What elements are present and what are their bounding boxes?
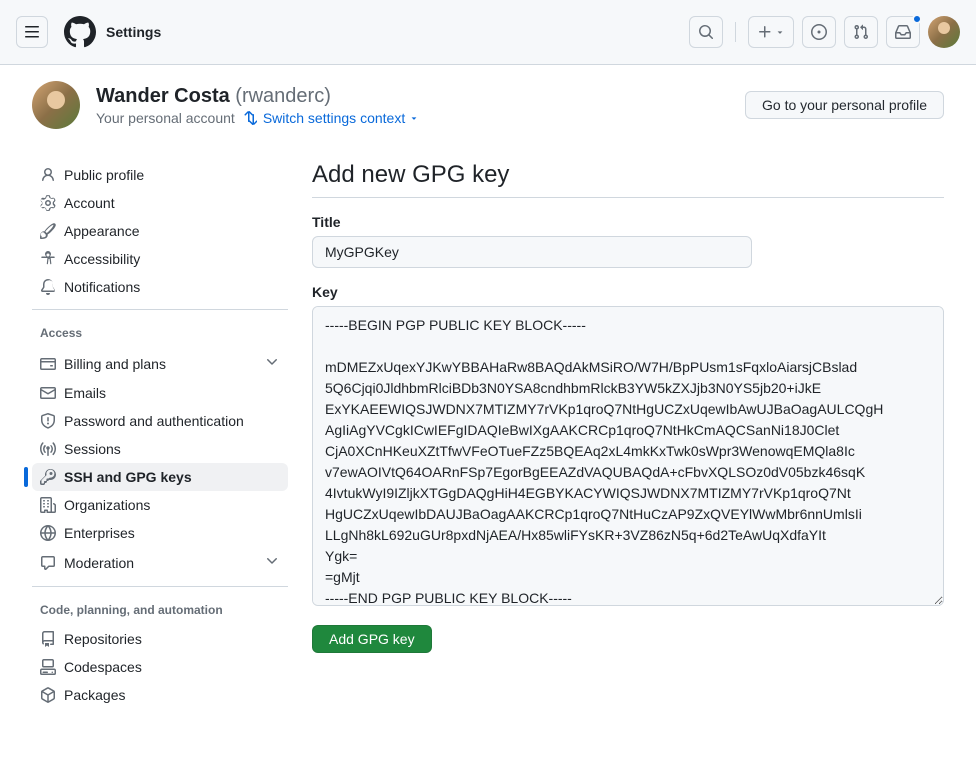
sidebar-item-label: Packages	[64, 687, 125, 703]
sidebar-item-label: Moderation	[64, 555, 134, 571]
org-icon	[40, 497, 56, 513]
section-access-title: Access	[32, 318, 288, 348]
package-icon	[40, 687, 56, 703]
person-icon	[40, 167, 56, 183]
sidebar-item-billing-and-plans[interactable]: Billing and plans	[32, 348, 288, 379]
github-logo[interactable]	[64, 16, 96, 48]
sidebar-item-public-profile[interactable]: Public profile	[32, 161, 288, 189]
search-button[interactable]	[689, 16, 723, 48]
codespaces-icon	[40, 659, 56, 675]
title-group: Title	[312, 214, 944, 268]
go-to-profile-button[interactable]: Go to your personal profile	[745, 91, 944, 119]
sidebar-item-label: Account	[64, 195, 115, 211]
user-header: Wander Costa (rwanderc) Your personal ac…	[0, 65, 976, 137]
accessibility-icon	[40, 251, 56, 267]
user-subtitle-row: Your personal account Switch settings co…	[96, 110, 419, 126]
sidebar-item-label: Emails	[64, 385, 106, 401]
inbox-wrap	[886, 16, 920, 48]
user-subtitle: Your personal account	[96, 110, 235, 126]
sidebar-item-label: Enterprises	[64, 525, 135, 541]
globe-icon	[40, 525, 56, 541]
user-avatar-large[interactable]	[32, 81, 80, 129]
hamburger-menu-button[interactable]	[16, 16, 48, 48]
user-name: Wander Costa (rwanderc)	[96, 85, 419, 108]
sidebar-item-codespaces[interactable]: Codespaces	[32, 653, 288, 681]
title-label: Title	[312, 214, 944, 230]
content: Public profile Account Appearance Accessibi…	[0, 137, 976, 733]
triangle-down-icon	[409, 113, 419, 123]
topbar-title: Settings	[106, 24, 161, 40]
key-group: Key	[312, 284, 944, 609]
sidebar-item-account[interactable]: Account	[32, 189, 288, 217]
inbox-icon	[895, 24, 911, 40]
chevron-down-icon	[264, 553, 280, 572]
issue-icon	[811, 24, 827, 40]
user-meta: Wander Costa (rwanderc) Your personal ac…	[96, 85, 419, 126]
shield-icon	[40, 413, 56, 429]
pull-requests-button[interactable]	[844, 16, 878, 48]
key-icon	[40, 469, 56, 485]
section-code-title: Code, planning, and automation	[32, 595, 288, 625]
sidebar-item-label: Notifications	[64, 279, 140, 295]
credit-card-icon	[40, 356, 56, 372]
switch-icon	[241, 110, 257, 126]
sidebar-item-packages[interactable]: Packages	[32, 681, 288, 709]
sidebar-divider	[32, 309, 288, 310]
sidebar-item-notifications[interactable]: Notifications	[32, 273, 288, 301]
settings-sidebar: Public profile Account Appearance Accessibi…	[32, 161, 288, 709]
sidebar-item-label: Accessibility	[64, 251, 140, 267]
github-icon	[64, 16, 96, 48]
triangle-down-icon	[775, 27, 785, 37]
notification-indicator	[912, 14, 922, 24]
sidebar-item-label: Organizations	[64, 497, 150, 513]
sidebar-item-label: Repositories	[64, 631, 142, 647]
page-title: Add new GPG key	[312, 161, 944, 198]
sidebar-item-organizations[interactable]: Organizations	[32, 491, 288, 519]
user-display-name: Wander Costa	[96, 85, 230, 107]
hamburger-icon	[24, 24, 40, 40]
topbar: Settings	[0, 0, 976, 65]
key-textarea[interactable]	[312, 306, 944, 606]
sidebar-item-label: Sessions	[64, 441, 121, 457]
issues-button[interactable]	[802, 16, 836, 48]
sidebar-item-enterprises[interactable]: Enterprises	[32, 519, 288, 547]
main-content: Add new GPG key Title Key Add GPG key	[312, 161, 944, 709]
git-pull-request-icon	[853, 24, 869, 40]
sidebar-item-repositories[interactable]: Repositories	[32, 625, 288, 653]
sidebar-item-ssh-and-gpg-keys[interactable]: SSH and GPG keys	[32, 463, 288, 491]
switch-context-label: Switch settings context	[263, 110, 405, 126]
gear-icon	[40, 195, 56, 211]
sidebar-item-appearance[interactable]: Appearance	[32, 217, 288, 245]
bell-icon	[40, 279, 56, 295]
key-label: Key	[312, 284, 944, 300]
sidebar-item-label: Billing and plans	[64, 356, 166, 372]
search-icon	[698, 24, 714, 40]
sidebar-item-label: Password and authentication	[64, 413, 244, 429]
sidebar-item-accessibility[interactable]: Accessibility	[32, 245, 288, 273]
create-new-button[interactable]	[748, 16, 794, 48]
sidebar-item-emails[interactable]: Emails	[32, 379, 288, 407]
comment-icon	[40, 555, 56, 571]
sidebar-item-label: Appearance	[64, 223, 140, 239]
user-handle: (rwanderc)	[235, 85, 331, 107]
add-gpg-key-button[interactable]: Add GPG key	[312, 625, 432, 653]
sidebar-item-label: Public profile	[64, 167, 144, 183]
divider	[735, 22, 736, 42]
title-input[interactable]	[312, 236, 752, 268]
sidebar-item-moderation[interactable]: Moderation	[32, 547, 288, 578]
sidebar-item-label: Codespaces	[64, 659, 142, 675]
sidebar-item-label: SSH and GPG keys	[64, 469, 192, 485]
chevron-down-icon	[264, 354, 280, 373]
plus-icon	[757, 24, 773, 40]
broadcast-icon	[40, 441, 56, 457]
brush-icon	[40, 223, 56, 239]
repo-icon	[40, 631, 56, 647]
switch-context-link[interactable]: Switch settings context	[263, 110, 419, 126]
sidebar-divider	[32, 586, 288, 587]
sidebar-item-password-and-authentication[interactable]: Password and authentication	[32, 407, 288, 435]
mail-icon	[40, 385, 56, 401]
sidebar-item-sessions[interactable]: Sessions	[32, 435, 288, 463]
user-avatar-button[interactable]	[928, 16, 960, 48]
topbar-actions	[689, 16, 960, 48]
